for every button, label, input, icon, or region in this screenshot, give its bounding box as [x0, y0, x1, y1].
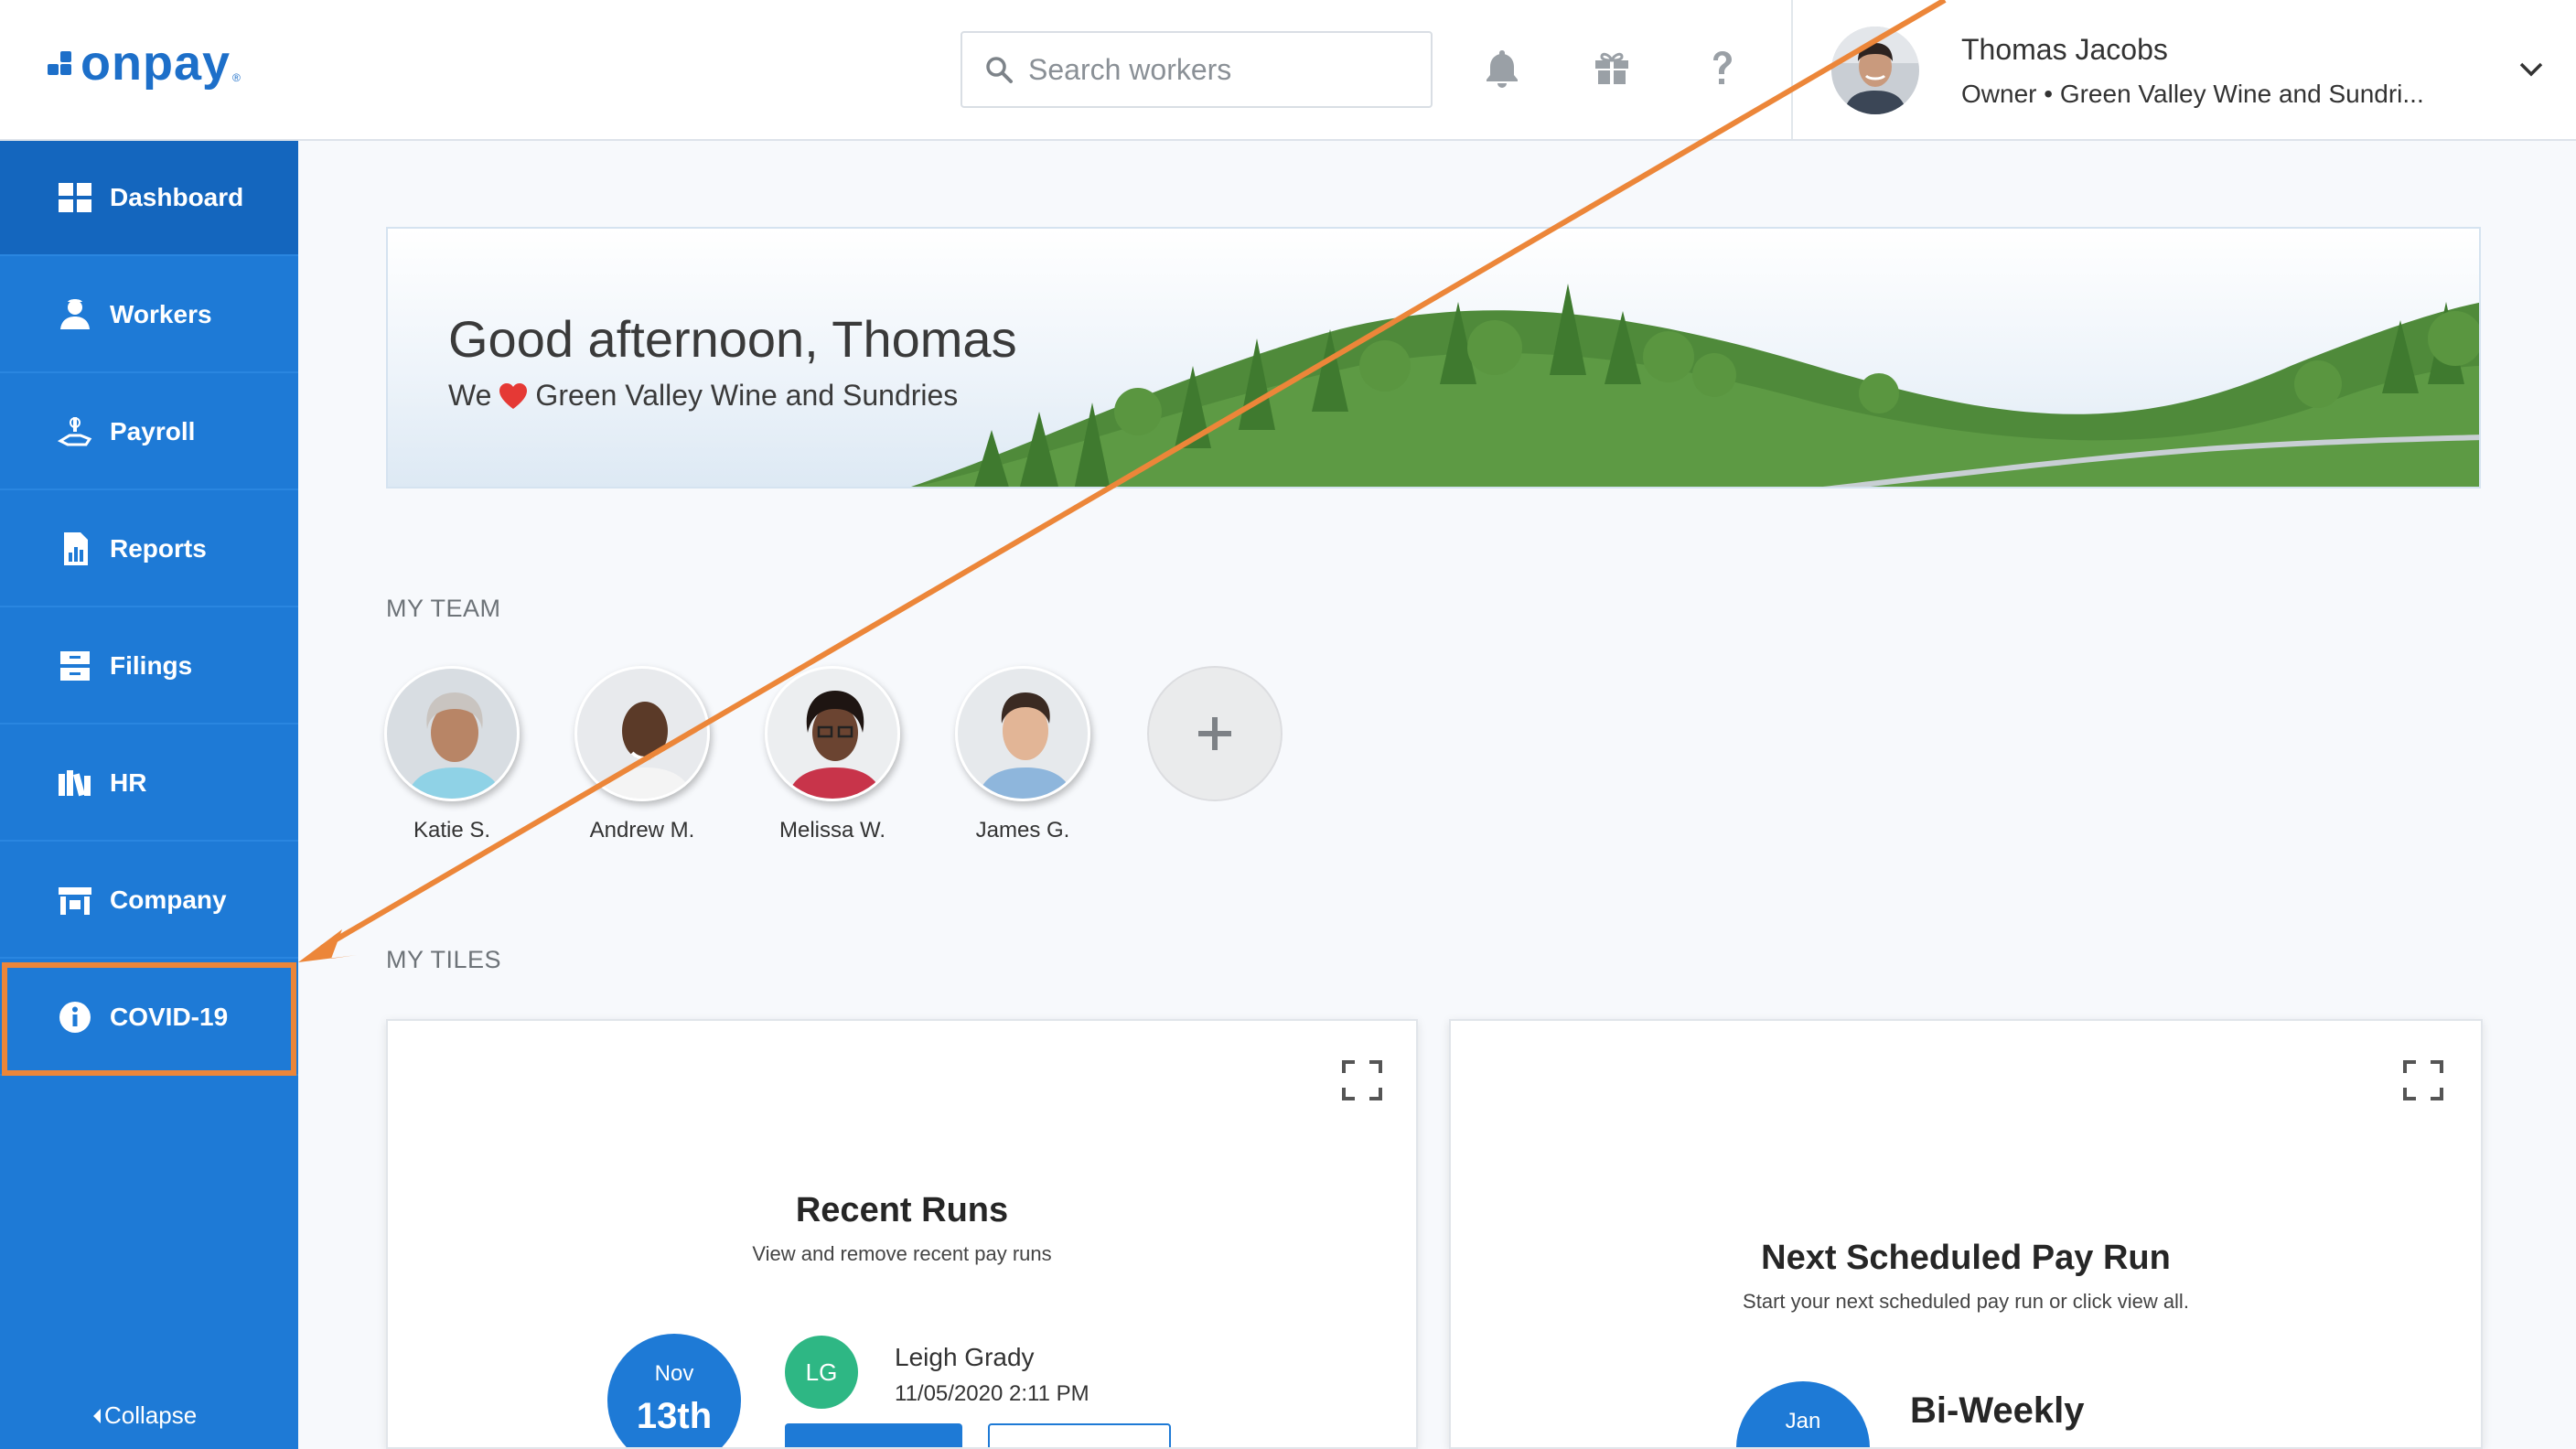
team-member-name: James G. — [975, 818, 1070, 843]
sidebar-item-company[interactable]: Company — [0, 843, 298, 959]
plus-icon — [1198, 717, 1231, 750]
gift-icon[interactable] — [1588, 42, 1636, 93]
bell-icon[interactable] — [1478, 42, 1526, 93]
avatar — [765, 666, 900, 801]
user-avatar — [1831, 27, 1919, 114]
sidebar-item-filings[interactable]: Filings — [0, 609, 298, 724]
tagline-company: Green Valley Wine and Sundries — [535, 379, 959, 412]
run-timestamp: 11/05/2020 2:11 PM — [895, 1381, 1089, 1406]
run-date-badge: Nov 13th — [607, 1334, 741, 1447]
run-date-month: Nov — [654, 1361, 694, 1386]
chevron-down-icon[interactable] — [2517, 55, 2545, 82]
search-box[interactable] — [961, 31, 1433, 108]
sidebar-item-label: Reports — [110, 534, 207, 563]
team-member-name: Melissa W. — [778, 818, 886, 843]
pay-run-frequency: Bi-Weekly — [1910, 1390, 2085, 1431]
heart-icon — [499, 382, 528, 409]
sidebar-item-workers[interactable]: Workers — [0, 258, 298, 373]
recent-runs-tile: Recent Runs View and remove recent pay r… — [386, 1019, 1418, 1449]
avatar — [955, 666, 1090, 801]
logo-text: onpay — [80, 36, 231, 91]
my-team-heading: MY TEAM — [386, 595, 501, 622]
sidebar-item-dashboard[interactable]: Dashboard — [0, 141, 298, 256]
highlight-box — [2, 962, 296, 1076]
team-member-name: Andrew M. — [589, 818, 695, 843]
hr-icon — [59, 770, 91, 797]
user-menu[interactable]: Thomas Jacobs Owner • Green Valley Wine … — [1831, 26, 2424, 115]
expand-icon[interactable] — [1341, 1059, 1383, 1101]
tagline-prefix: We — [448, 379, 492, 412]
reports-icon — [64, 532, 88, 565]
filings-icon — [60, 651, 90, 681]
sidebar-item-payroll[interactable]: Payroll — [0, 375, 298, 490]
team-member[interactable]: James G. — [950, 666, 1096, 843]
sidebar: Dashboard Workers Payroll Reports Filing… — [0, 141, 298, 1449]
pay-run-date-month: Jan — [1785, 1409, 1821, 1433]
onpay-logo[interactable]: onpay ® — [48, 38, 241, 88]
team-member[interactable]: Andrew M. — [569, 666, 715, 843]
sidebar-item-label: Dashboard — [110, 183, 244, 211]
greeting-heading: Good afternoon, Thomas — [448, 310, 1017, 368]
collapse-label: Collapse — [104, 1401, 198, 1429]
pay-run-date-badge: Jan — [1736, 1381, 1870, 1447]
run-primary-button[interactable] — [785, 1423, 962, 1447]
dashboard-icon — [59, 183, 91, 212]
run-date-day: 13th — [636, 1396, 713, 1436]
sidebar-item-reports[interactable]: Reports — [0, 492, 298, 607]
user-name: Thomas Jacobs — [1961, 32, 2168, 66]
run-person-name: Leigh Grady — [895, 1343, 1035, 1371]
avatar — [574, 666, 710, 801]
expand-icon[interactable] — [2402, 1059, 2444, 1101]
workers-icon — [60, 299, 90, 329]
my-tiles-heading: MY TILES — [386, 946, 502, 973]
search-input[interactable] — [1028, 52, 1412, 87]
sidebar-item-label: Company — [110, 886, 227, 914]
search-icon — [986, 57, 1013, 83]
company-icon — [59, 887, 91, 915]
company-tagline: We Green Valley Wine and Sundries — [448, 379, 958, 413]
collapse-button[interactable]: Collapse — [93, 1401, 197, 1430]
logo-mark — [48, 49, 75, 77]
help-icon[interactable] — [1698, 42, 1745, 93]
sidebar-item-label: Filings — [110, 651, 193, 680]
add-team-member-button[interactable] — [1147, 666, 1283, 801]
initials-avatar: LG — [785, 1336, 858, 1409]
logo-registered: ® — [232, 71, 241, 84]
tile-title: Recent Runs — [795, 1191, 1009, 1229]
team-member-name: Katie S. — [413, 818, 491, 843]
avatar — [384, 666, 520, 801]
sidebar-item-label: HR — [110, 768, 147, 797]
payroll-icon — [57, 417, 92, 446]
tile-subtitle: Start your next scheduled pay run or cli… — [1743, 1290, 2189, 1313]
tile-subtitle: View and remove recent pay runs — [752, 1242, 1052, 1265]
sidebar-item-label: Workers — [110, 300, 212, 328]
caret-left-icon — [93, 1408, 101, 1423]
next-pay-run-tile: Next Scheduled Pay Run Start your next s… — [1449, 1019, 2483, 1449]
welcome-banner: Good afternoon, Thomas We Green Valley W… — [386, 227, 2481, 488]
tile-title: Next Scheduled Pay Run — [1761, 1239, 2171, 1277]
user-info: Thomas Jacobs Owner • Green Valley Wine … — [1961, 33, 2424, 109]
run-secondary-button[interactable] — [988, 1423, 1171, 1447]
sidebar-item-label: Payroll — [110, 417, 196, 445]
sidebar-item-hr[interactable]: HR — [0, 726, 298, 842]
header-divider — [1791, 0, 1793, 139]
user-role: Owner • Green Valley Wine and Sundri... — [1961, 79, 2424, 108]
team-member[interactable]: Katie S. — [379, 666, 525, 843]
top-bar: onpay ® Thomas Jacobs Owner • Green Val — [0, 0, 2576, 141]
team-member[interactable]: Melissa W. — [759, 666, 906, 843]
